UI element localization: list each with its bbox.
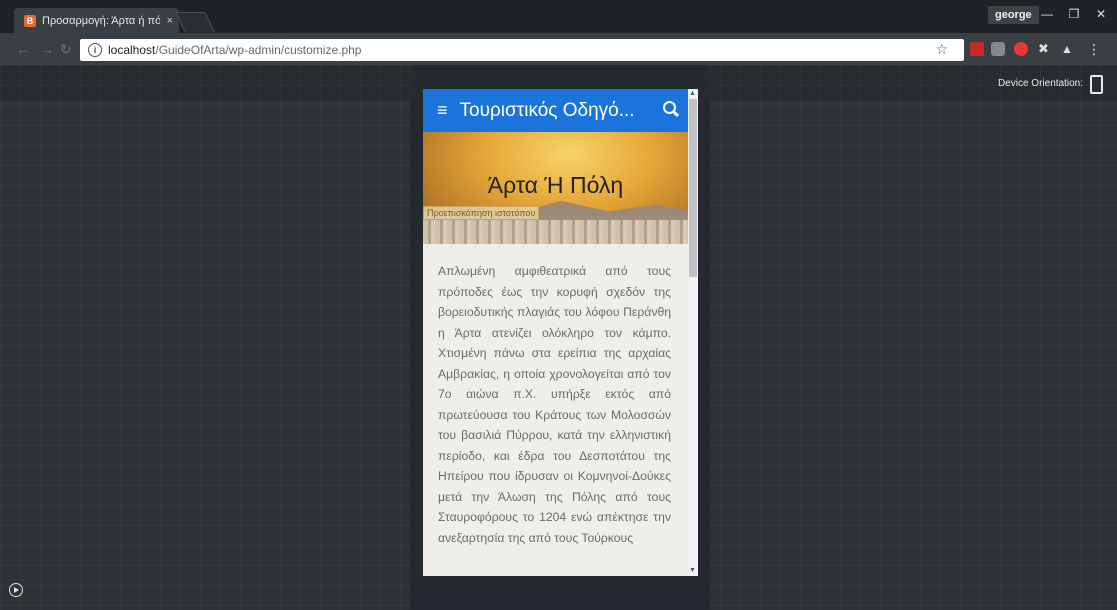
hero-town: [423, 220, 688, 244]
browser-tab[interactable]: B Προσαρμογή: Άρτα ή πό ×: [14, 8, 179, 33]
extension-tools-icon[interactable]: ✖: [1038, 42, 1052, 56]
reload-icon[interactable]: ↻: [60, 41, 72, 58]
hamburger-menu-icon[interactable]: ≡: [437, 100, 448, 121]
tab-title: Προσαρμογή: Άρτα ή πό: [42, 14, 160, 27]
extension-shield-icon[interactable]: [1014, 42, 1028, 56]
extension-drive-icon[interactable]: ▲: [1061, 42, 1075, 56]
address-bar[interactable]: i localhost/GuideOfArta/wp-admin/customi…: [80, 39, 964, 61]
close-window-icon[interactable]: ✕: [1088, 4, 1114, 24]
forward-icon[interactable]: →: [40, 41, 54, 57]
url-path: /GuideOfArta/wp-admin/customize.php: [155, 43, 362, 57]
menu-icon[interactable]: ⋮: [1087, 42, 1101, 56]
site-favicon-icon: B: [24, 14, 36, 27]
info-icon[interactable]: i: [88, 43, 102, 57]
new-tab-button[interactable]: [175, 12, 215, 32]
extension-red-icon[interactable]: [970, 42, 984, 56]
scroll-down-icon[interactable]: ▼: [689, 567, 696, 574]
site-header: ≡ Τουριστικός Οδηγό...: [423, 89, 688, 132]
url-text: localhost/GuideOfArta/wp-admin/customize…: [108, 43, 361, 57]
collapse-sidebar-icon[interactable]: [9, 583, 23, 597]
hero-title: Άρτα Ή Πόλη: [487, 172, 624, 198]
article-content: Απλωμένη αμφιθεατρικά από τους πρόποδες …: [438, 261, 671, 548]
browser-toolbar: ← → ↻ i localhost/GuideOfArta/wp-admin/c…: [0, 33, 1117, 65]
url-host: localhost: [108, 43, 156, 57]
browser-titlebar: B Προσαρμογή: Άρτα ή πό × george — ❐ ✕: [0, 0, 1117, 33]
tab-close-icon[interactable]: ×: [167, 15, 173, 27]
preview-scrollbar[interactable]: ▲ ▼: [688, 89, 698, 576]
restore-icon[interactable]: ❐: [1061, 4, 1087, 24]
back-icon[interactable]: ←: [16, 41, 30, 57]
bookmark-star-icon[interactable]: ☆: [935, 41, 948, 58]
scroll-up-icon[interactable]: ▲: [689, 90, 696, 97]
site-title[interactable]: Τουριστικός Οδηγό...: [460, 100, 635, 122]
article-paragraph: Απλωμένη αμφιθεατρικά από τους πρόποδες …: [438, 264, 671, 545]
device-orientation-label: Device Orientation:: [997, 78, 1083, 89]
site-preview: ≡ Τουριστικός Οδηγό... Άρτα Ή Πόλη Προεπ…: [423, 89, 698, 576]
profile-button[interactable]: george: [988, 6, 1039, 24]
hero-image: Άρτα Ή Πόλη Προεπισκόπηση ιστοτόπου: [423, 132, 688, 244]
extension-s-icon[interactable]: [991, 42, 1005, 56]
scroll-thumb[interactable]: [689, 99, 697, 277]
preview-badge: Προεπισκόπηση ιστοτόπου: [423, 206, 540, 220]
minimize-icon[interactable]: —: [1034, 4, 1060, 24]
search-icon[interactable]: [663, 101, 676, 114]
device-orientation-icon[interactable]: [1090, 75, 1103, 94]
